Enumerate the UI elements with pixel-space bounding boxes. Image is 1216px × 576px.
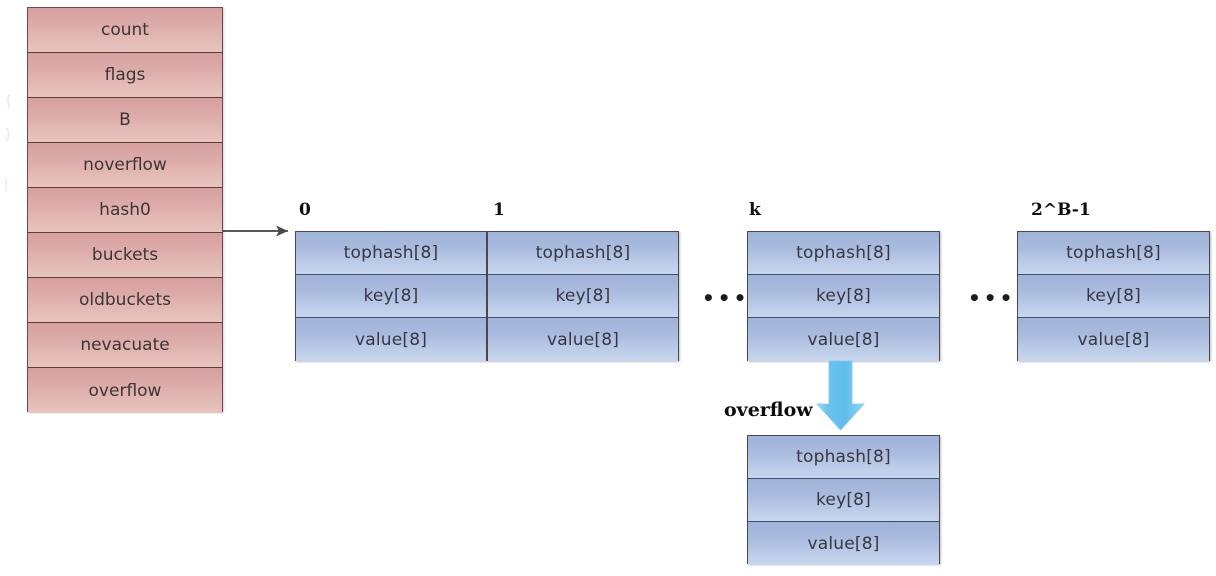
hmap-field-overflow[interactable]: overflow [28,368,222,413]
overflow-arrow-icon [816,360,865,431]
edge-artifact-3: | [4,177,9,192]
bucket-k-tophash: tophash[8] [748,232,939,275]
bucket-ellipsis-2: ••• [968,286,1016,310]
bucket-last-tophash: tophash[8] [1018,232,1209,275]
hmap-field-nevacuate[interactable]: nevacuate [28,323,222,368]
bucket-index-label-1: 1 [493,200,505,220]
bucket-index-label-k: k [749,200,761,220]
hmap-field-hash0[interactable]: hash0 [28,188,222,233]
overflow-bucket-key: key[8] [748,479,939,522]
bucket-last[interactable]: tophash[8] key[8] value[8] [1017,231,1210,361]
bucket-0-key: key[8] [296,275,486,318]
bucket-1-key: key[8] [488,275,678,318]
bucket-last-key: key[8] [1018,275,1209,318]
overflow-pointer-label: overflow [724,399,813,421]
diagram-canvas: { } | count flags B noverflow hash0 buck… [0,0,1216,576]
overflow-bucket[interactable]: tophash[8] key[8] value[8] [747,435,940,565]
hmap-field-flags[interactable]: flags [28,53,222,98]
bucket-0-value: value[8] [296,318,486,361]
hmap-field-count[interactable]: count [28,8,222,53]
bucket-ellipsis-1: ••• [702,286,750,310]
edge-artifact-1: { [4,94,13,109]
bucket-k[interactable]: tophash[8] key[8] value[8] [747,231,940,361]
bucket-k-key: key[8] [748,275,939,318]
bucket-1[interactable]: tophash[8] key[8] value[8] [487,231,679,361]
edge-artifact-2: } [4,127,13,142]
hmap-field-oldbuckets[interactable]: oldbuckets [28,278,222,323]
hmap-field-buckets[interactable]: buckets [28,233,222,278]
overflow-bucket-value: value[8] [748,522,939,565]
bucket-0[interactable]: tophash[8] key[8] value[8] [295,231,487,361]
bucket-index-label-0: 0 [299,200,311,220]
bucket-1-tophash: tophash[8] [488,232,678,275]
bucket-0-tophash: tophash[8] [296,232,486,275]
bucket-1-value: value[8] [488,318,678,361]
hmap-struct-table: count flags B noverflow hash0 buckets ol… [27,7,223,413]
bucket-index-label-2bm1: 2^B-1 [1031,200,1091,220]
bucket-last-value: value[8] [1018,318,1209,361]
overflow-bucket-tophash: tophash[8] [748,436,939,479]
buckets-pointer-arrowhead [276,225,288,237]
hmap-field-noverflow[interactable]: noverflow [28,143,222,188]
bucket-k-value: value[8] [748,318,939,361]
hmap-field-b[interactable]: B [28,98,222,143]
